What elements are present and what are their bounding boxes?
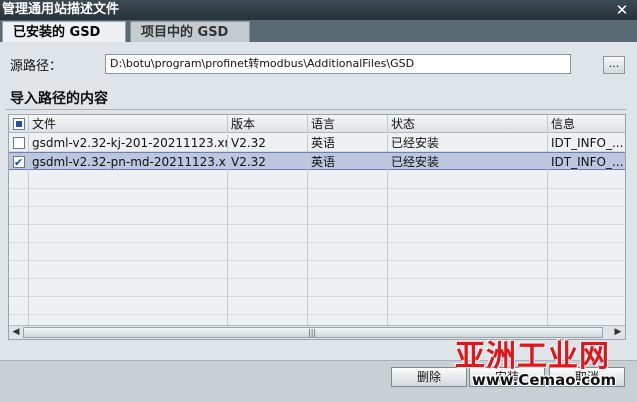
tab-project-gsd[interactable]: 项目中的 GSD bbox=[130, 21, 250, 42]
cell-status: 已经安装 bbox=[388, 134, 548, 152]
empty-cell bbox=[9, 279, 29, 297]
empty-cell bbox=[29, 297, 228, 315]
cell-file: gsdml-v2.32-pn-md-20211123.xml bbox=[29, 153, 228, 171]
empty-cell bbox=[388, 297, 548, 315]
empty-cell bbox=[9, 189, 29, 207]
empty-cell bbox=[548, 243, 625, 261]
cell-language: 英语 bbox=[308, 134, 388, 152]
empty-cell bbox=[9, 243, 29, 261]
table-row[interactable]: gsdml-v2.32-pn-md-20211123.xml V2.32 英语 … bbox=[9, 152, 625, 171]
cell-file: gsdml-v2.32-kj-201-20211123.xml bbox=[29, 134, 228, 152]
empty-table-row bbox=[9, 189, 625, 207]
empty-cell bbox=[548, 297, 625, 315]
empty-cell bbox=[548, 261, 625, 279]
empty-cell bbox=[29, 225, 228, 243]
empty-cell bbox=[29, 189, 228, 207]
cell-version: V2.32 bbox=[228, 153, 308, 171]
empty-cell bbox=[308, 189, 388, 207]
source-path-input[interactable]: D:\botu\program\profinet转modbus\Addition… bbox=[105, 54, 571, 74]
empty-cell bbox=[388, 189, 548, 207]
empty-cell bbox=[29, 279, 228, 297]
empty-cell bbox=[228, 297, 308, 315]
empty-cell bbox=[388, 225, 548, 243]
column-header-status[interactable]: 状态 bbox=[388, 115, 548, 133]
empty-cell bbox=[9, 297, 29, 315]
empty-table-row bbox=[9, 243, 625, 261]
empty-cell bbox=[548, 225, 625, 243]
empty-table-row bbox=[9, 297, 625, 315]
cell-info: IDT_INFO_... bbox=[551, 155, 624, 169]
empty-cell bbox=[548, 189, 625, 207]
row-checkbox[interactable] bbox=[13, 137, 25, 149]
empty-cell bbox=[228, 171, 308, 189]
cell-info: IDT_INFO_... bbox=[551, 136, 624, 150]
empty-table-row bbox=[9, 261, 625, 279]
empty-cell bbox=[29, 171, 228, 189]
scroll-right-icon[interactable]: ▶ bbox=[611, 326, 625, 339]
empty-cell bbox=[228, 279, 308, 297]
empty-cell bbox=[308, 225, 388, 243]
empty-table-row bbox=[9, 279, 625, 297]
empty-cell bbox=[388, 261, 548, 279]
column-header-language[interactable]: 语言 bbox=[308, 115, 388, 133]
cell-version: V2.32 bbox=[228, 134, 308, 152]
scroll-left-icon[interactable]: ◀ bbox=[9, 326, 23, 339]
section-title: 导入路径的内容 bbox=[6, 88, 626, 110]
window-title: 管理通用站描述文件 bbox=[2, 2, 120, 17]
empty-cell bbox=[388, 279, 548, 297]
empty-cell bbox=[9, 261, 29, 279]
close-icon[interactable]: ✕ bbox=[613, 2, 631, 18]
empty-cell bbox=[548, 279, 625, 297]
empty-cell bbox=[548, 171, 625, 189]
gsd-file-table: 文件 版本 语言 状态 信息 gsdml-v2.32-kj-201-202111… bbox=[8, 114, 626, 340]
row-checkbox[interactable] bbox=[13, 154, 25, 171]
source-path-label: 源路径： bbox=[10, 59, 63, 74]
empty-cell bbox=[228, 225, 308, 243]
column-header-version[interactable]: 版本 bbox=[228, 115, 308, 133]
browse-button[interactable]: ... bbox=[603, 56, 625, 74]
empty-cell bbox=[228, 243, 308, 261]
watermark-url: www.Cemao.com bbox=[472, 371, 617, 389]
select-all-checkbox[interactable] bbox=[13, 118, 25, 130]
empty-cell bbox=[9, 171, 29, 189]
window-titlebar: 管理通用站描述文件 ✕ bbox=[0, 0, 637, 20]
empty-cell bbox=[388, 207, 548, 225]
empty-cell bbox=[228, 261, 308, 279]
main-panel: 源路径： D:\botu\program\profinet转modbus\Add… bbox=[0, 42, 637, 360]
empty-cell bbox=[228, 207, 308, 225]
empty-cell bbox=[29, 207, 228, 225]
column-header-file[interactable]: 文件 bbox=[29, 115, 228, 133]
empty-cell bbox=[9, 225, 29, 243]
horizontal-scrollbar[interactable]: ◀ ||| ▶ bbox=[9, 325, 625, 339]
tab-strip: 已安装的 GSD 项目中的 GSD bbox=[0, 20, 637, 42]
empty-cell bbox=[29, 261, 228, 279]
table-header: 文件 版本 语言 状态 信息 bbox=[9, 115, 625, 133]
row-checkbox-cell[interactable] bbox=[9, 153, 29, 171]
scroll-grip-icon: ||| bbox=[308, 328, 317, 337]
scroll-thumb[interactable]: ||| bbox=[23, 327, 603, 338]
empty-cell bbox=[308, 207, 388, 225]
table-row[interactable]: gsdml-v2.32-kj-201-20211123.xml V2.32 英语… bbox=[9, 134, 625, 152]
header-select-all[interactable] bbox=[9, 115, 29, 133]
column-header-info[interactable]: 信息 bbox=[548, 115, 625, 133]
empty-table-row bbox=[9, 225, 625, 243]
empty-table-row bbox=[9, 207, 625, 225]
empty-cell bbox=[308, 297, 388, 315]
row-checkbox-cell[interactable] bbox=[9, 134, 29, 152]
empty-cell bbox=[308, 243, 388, 261]
empty-cell bbox=[548, 207, 625, 225]
empty-table-row bbox=[9, 171, 625, 189]
empty-cell bbox=[308, 171, 388, 189]
empty-cell bbox=[388, 171, 548, 189]
empty-cell bbox=[388, 243, 548, 261]
empty-cell bbox=[9, 207, 29, 225]
empty-cell bbox=[308, 279, 388, 297]
tab-installed-gsd[interactable]: 已安装的 GSD bbox=[2, 21, 126, 42]
cell-status: 已经安装 bbox=[388, 153, 548, 171]
empty-cell bbox=[308, 261, 388, 279]
empty-cell bbox=[29, 243, 228, 261]
empty-cell bbox=[228, 189, 308, 207]
cell-language: 英语 bbox=[308, 153, 388, 171]
